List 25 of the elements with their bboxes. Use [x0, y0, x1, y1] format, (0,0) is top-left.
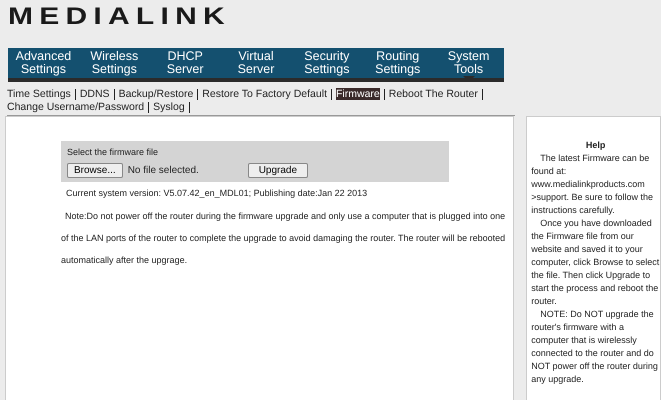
- form-label: Select the firmware file: [67, 147, 160, 157]
- help-title: Help: [584, 139, 606, 152]
- subnav-link[interactable]: Reboot The Router: [388, 88, 478, 100]
- nav-tab[interactable]: Wireless Settings: [78, 48, 150, 78]
- upgrade-button[interactable]: Upgrade: [248, 163, 308, 178]
- nav-tab[interactable]: DHCP Server: [150, 48, 221, 78]
- help-text: Once you have downloaded the Firmware file from our website and saved it to your computer, click Browse to select the file. Then click Upgrade to start the process and reboot the router.: [531, 217, 660, 308]
- subnav-link[interactable]: Time Settings: [7, 88, 71, 100]
- subnav-link[interactable]: Restore To Factory Default: [202, 88, 327, 100]
- version-text: Current system version: V5.07.42_en_MDL01; Publishing date:Jan 22 2013: [66, 188, 368, 198]
- subnav-link[interactable]: Firmware: [336, 88, 380, 100]
- help-text: The latest Firmware can be found at: www.medialinkproducts.com >support. Be sure to follow the instructions carefully.: [531, 152, 654, 217]
- nav-tab[interactable]: Virtual Server: [220, 48, 292, 78]
- nav-tab[interactable]: Security Settings: [291, 48, 362, 78]
- browse-button[interactable]: Browse...: [67, 163, 123, 178]
- help-text: NOTE: Do NOT upgrade the router's firmware with a computer that is wirelessly connected to the router and do NOT power off the router during any upgrade.: [531, 308, 659, 386]
- nav-tab[interactable]: Advanced Settings: [8, 48, 79, 78]
- file-status: No file selected.: [128, 165, 200, 176]
- logo: MEDIALINK: [8, 4, 231, 30]
- subnav-link[interactable]: Syslog: [153, 101, 185, 113]
- nav-tab[interactable]: Routing Settings: [362, 48, 434, 78]
- subnav-link[interactable]: Change Username/Password: [7, 101, 144, 113]
- note-text: Note:Do not power off the router during the firmware upgrade and only use a computer that is plugged into one of the LAN ports of the router to complete the upgrade to avoid damaging the router. The router will be rebooted automatically after the upgrage.: [61, 210, 506, 267]
- subnav-link[interactable]: DDNS: [80, 88, 110, 100]
- subnav-link[interactable]: Backup/Restore: [118, 88, 194, 100]
